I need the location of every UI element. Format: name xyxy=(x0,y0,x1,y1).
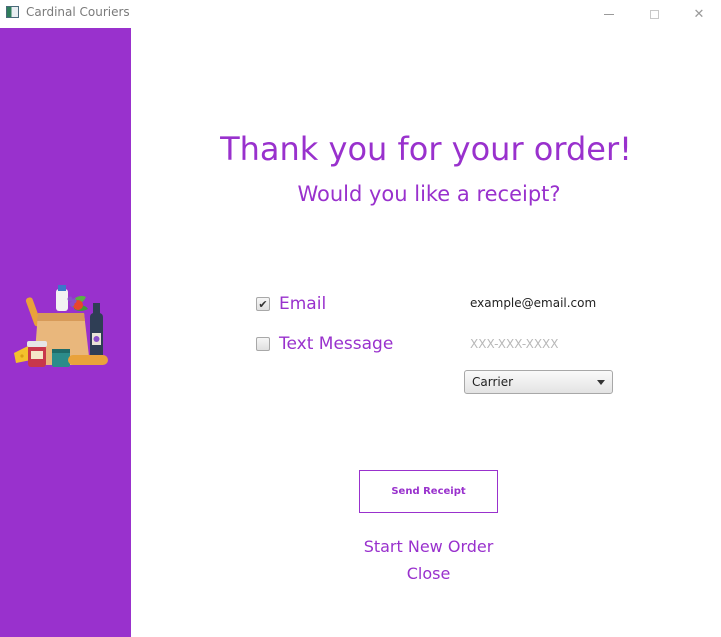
carrier-select[interactable]: Carrier xyxy=(464,370,613,394)
app-window: Cardinal Couriers ✕ Thank you for your o… xyxy=(0,0,721,637)
text-message-checkbox[interactable] xyxy=(256,337,270,351)
minimize-icon xyxy=(604,13,614,15)
grocery-bag-icon xyxy=(14,285,108,367)
sidebar xyxy=(0,28,131,637)
close-icon: ✕ xyxy=(693,6,705,22)
chevron-down-icon xyxy=(597,380,605,385)
page-subtitle: Would you like a receipt? xyxy=(297,182,561,206)
email-field[interactable] xyxy=(470,296,620,310)
text-message-option-label: Text Message xyxy=(279,334,394,354)
maximize-button[interactable] xyxy=(631,0,677,28)
app-icon xyxy=(6,6,19,18)
start-new-order-link[interactable]: Start New Order xyxy=(359,537,498,556)
close-window-button[interactable]: ✕ xyxy=(676,0,721,28)
window-title: Cardinal Couriers xyxy=(26,5,130,19)
email-checkbox[interactable]: ✔ xyxy=(256,297,270,311)
title-bar: Cardinal Couriers ✕ xyxy=(0,0,721,28)
close-link[interactable]: Close xyxy=(359,564,498,583)
checkmark-icon: ✔ xyxy=(258,297,268,311)
phone-number-field[interactable] xyxy=(470,337,620,351)
minimize-button[interactable] xyxy=(586,0,632,28)
email-option-label: Email xyxy=(279,294,327,314)
maximize-icon xyxy=(649,9,659,19)
text-message-option[interactable]: Text Message xyxy=(256,334,393,354)
email-option[interactable]: ✔ Email xyxy=(256,294,326,314)
carrier-select-value: Carrier xyxy=(472,375,514,389)
send-receipt-button[interactable]: Send Receipt xyxy=(359,470,498,513)
page-title: Thank you for your order! xyxy=(220,130,632,168)
